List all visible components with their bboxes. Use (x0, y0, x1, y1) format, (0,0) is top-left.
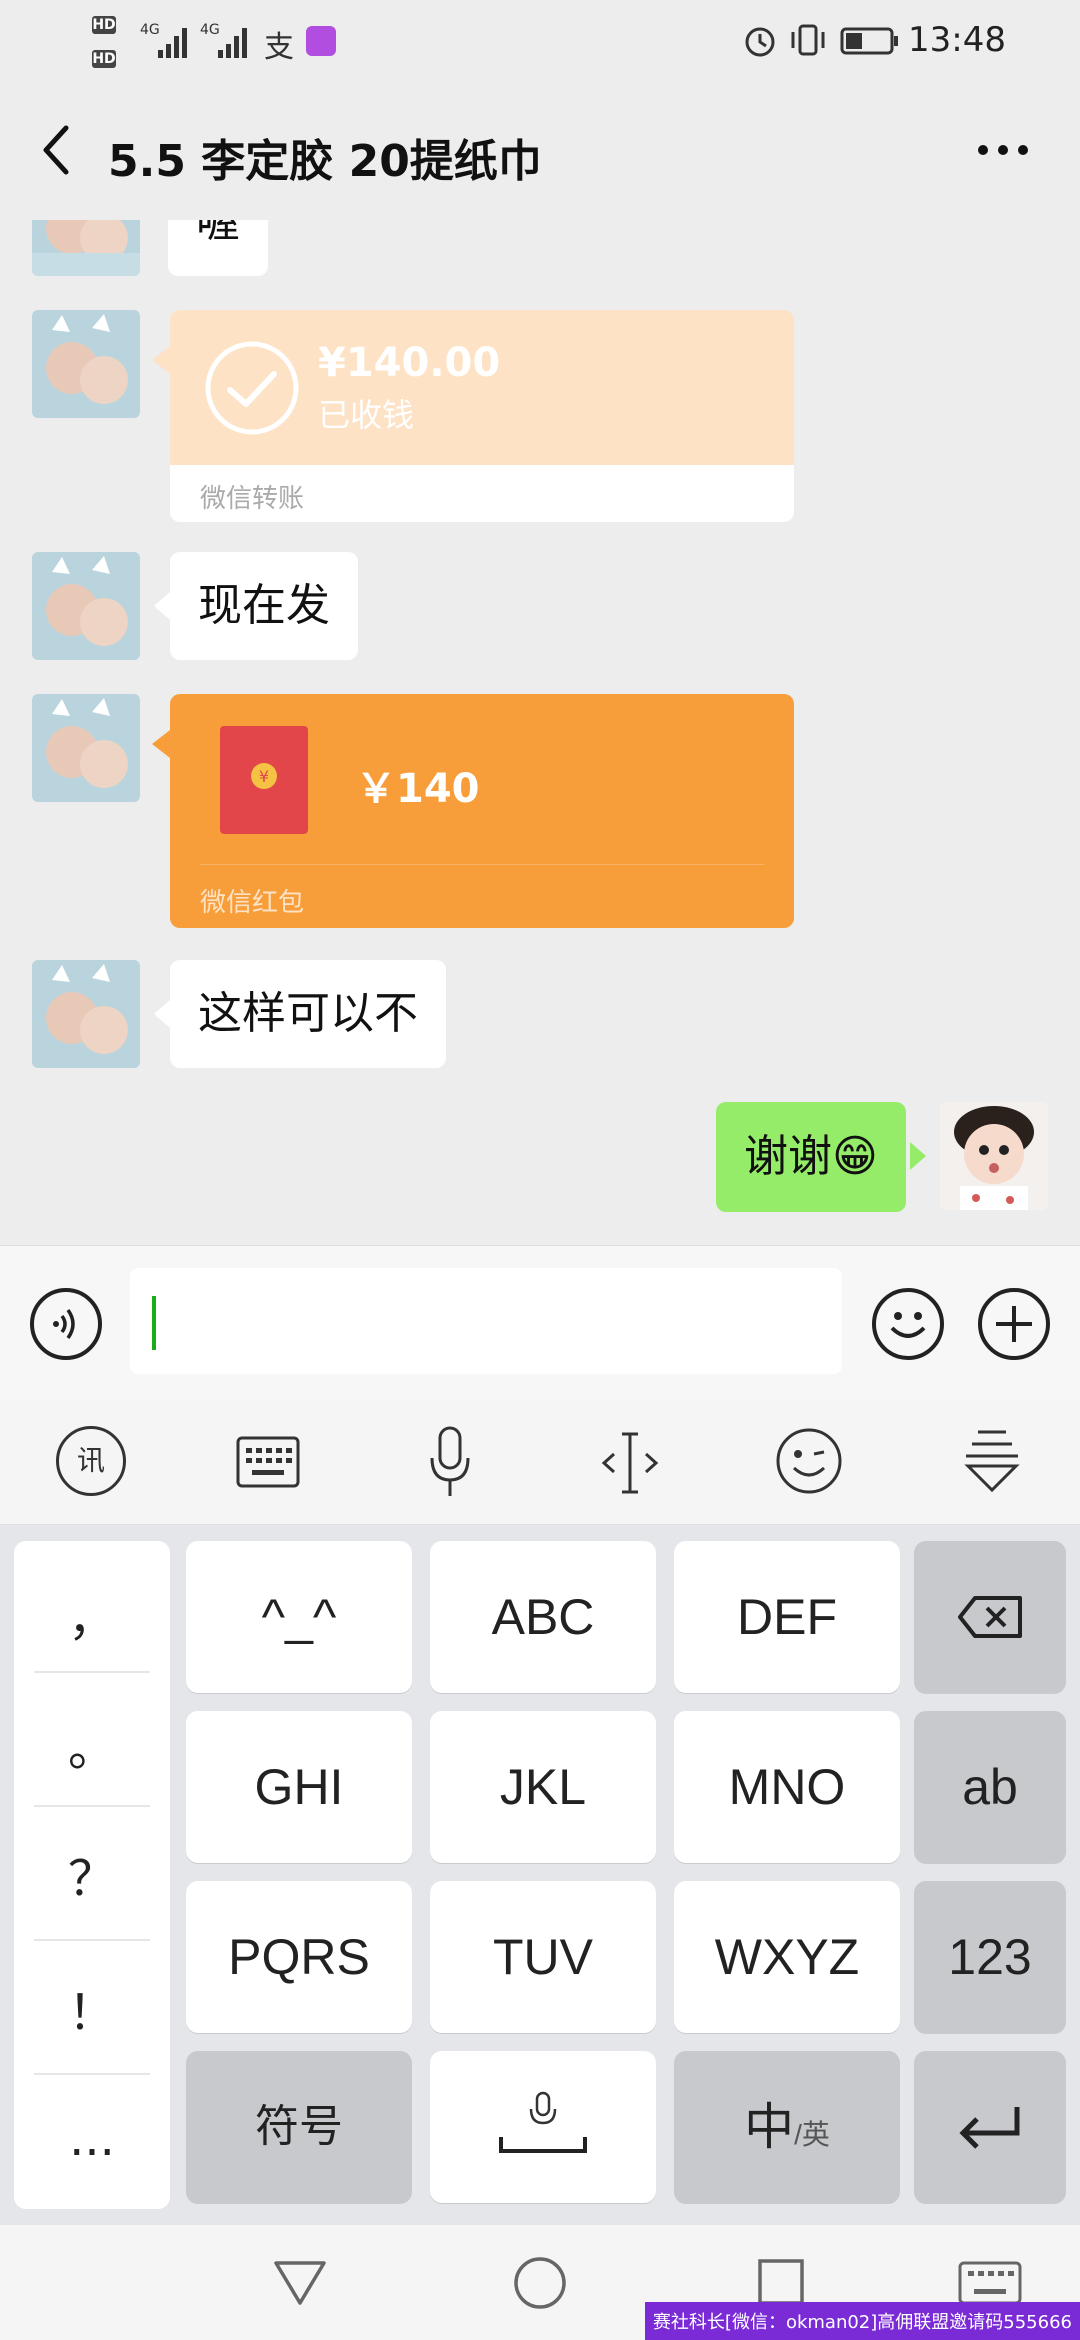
red-packet-card[interactable]: ¥ ￥140 微信红包 (170, 694, 794, 928)
voice-icon[interactable] (30, 1288, 102, 1360)
key-abc[interactable]: ABC (430, 1541, 656, 1693)
red-packet-divider (200, 864, 764, 865)
collapse-keyboard-icon[interactable] (962, 1426, 1022, 1496)
hd-badge-2: HD (92, 50, 116, 68)
more-dots-icon[interactable] (975, 138, 1035, 162)
enter-icon (959, 2107, 1020, 2149)
chevron-left-icon[interactable] (36, 120, 76, 180)
status-bar: HD HD 4G 4G 支 13:48 (0, 0, 1080, 80)
keyboard-icon[interactable] (236, 1436, 300, 1488)
key-wxyz[interactable]: WXYZ (674, 1881, 900, 2033)
recents-square-icon[interactable] (756, 2257, 806, 2307)
transfer-label: 微信转账 (200, 484, 305, 514)
wink-emoji-icon[interactable] (774, 1426, 844, 1496)
home-circle-icon[interactable] (512, 2255, 568, 2311)
avatar[interactable] (32, 960, 140, 1068)
text-message[interactable]: 现在发 (170, 552, 358, 660)
hd-badge-1: HD (92, 16, 116, 34)
key-123[interactable]: 123 (914, 1881, 1066, 2033)
space-mic-icon (499, 2091, 587, 2153)
key-tuv[interactable]: TUV (430, 1881, 656, 2033)
my-avatar[interactable] (940, 1102, 1048, 1210)
avatar[interactable] (32, 310, 140, 418)
keyboard-switch-icon[interactable] (958, 2261, 1022, 2305)
key-mno[interactable]: MNO (674, 1711, 900, 1863)
bubble-tail (154, 592, 170, 620)
chat-title: 5.5 李定胶 20提纸巾 (108, 136, 542, 187)
my-text-message[interactable]: 谢谢😁 (716, 1102, 906, 1212)
key-symbols[interactable]: 符号 (186, 2051, 412, 2203)
app-icon (306, 26, 336, 56)
ime-toolbar: 讯 (0, 1400, 1080, 1525)
signal-icon-1 (158, 28, 187, 58)
bubble-tail (910, 1142, 926, 1170)
status-time: 13:48 (908, 20, 1006, 60)
watermark: 赛社科长[微信：okman02]高佣联盟邀请码555666 (644, 2302, 1080, 2340)
bubble-tail (152, 730, 170, 758)
alipay-icon: 支 (264, 30, 294, 65)
punctuation-column[interactable]: ， 。 ？ ！ ... (14, 1541, 170, 2209)
enter-key[interactable] (914, 2051, 1066, 2203)
punct-key-exclaim[interactable]: ！ (14, 1973, 170, 2043)
message-input[interactable] (130, 1268, 842, 1374)
backspace-icon (958, 1596, 1022, 1638)
space-key[interactable] (430, 2051, 656, 2203)
svg-text:¥: ¥ (259, 767, 269, 786)
mic-icon[interactable] (428, 1426, 472, 1500)
backspace-key[interactable] (914, 1541, 1066, 1693)
avatar[interactable] (32, 552, 140, 660)
transfer-status: 已收钱 (318, 396, 415, 434)
avatar[interactable] (32, 694, 140, 802)
text-message[interactable]: 喔 (168, 220, 268, 276)
chat-area[interactable]: 喔 ¥140.00 已收钱 微信转账 现在发 ¥ ￥140 微信红包 这样可以不… (0, 220, 1080, 1245)
punct-key-ellipsis[interactable]: ... (14, 2111, 170, 2167)
vibrate-icon (791, 24, 825, 56)
bubble-tail (154, 1000, 170, 1028)
text-message[interactable]: 这样可以不 (170, 960, 446, 1068)
chat-header: 5.5 李定胶 20提纸巾 (0, 80, 1080, 220)
red-envelope-icon: ¥ (220, 726, 308, 834)
signal-icon-2 (218, 28, 247, 58)
keyboard: ， 。 ？ ！ ... ^_^ ABC DEF GHI JKL MNO ab P… (0, 1525, 1080, 2225)
check-circle-icon (205, 341, 299, 435)
xunfei-logo-icon[interactable]: 讯 (56, 1426, 126, 1496)
alarm-icon (745, 27, 775, 57)
red-packet-amount: ￥140 (356, 766, 480, 812)
red-packet-label: 微信红包 (200, 888, 305, 918)
avatar[interactable] (32, 220, 140, 276)
key-jkl[interactable]: JKL (430, 1711, 656, 1863)
input-bar (0, 1245, 1080, 1400)
plus-icon[interactable] (978, 1288, 1050, 1360)
key-pqrs[interactable]: PQRS (186, 1881, 412, 2033)
key-def[interactable]: DEF (674, 1541, 900, 1693)
battery-icon (840, 27, 898, 55)
key-emoticon[interactable]: ^_^ (186, 1541, 412, 1693)
emoji-icon[interactable] (872, 1288, 944, 1360)
punct-key-question[interactable]: ？ (14, 1839, 170, 1909)
bubble-tail (152, 346, 170, 374)
transfer-amount: ¥140.00 (318, 340, 501, 386)
transfer-card[interactable]: ¥140.00 已收钱 微信转账 (170, 310, 794, 522)
punct-key-comma[interactable]: ， (14, 1579, 170, 1649)
punct-key-period[interactable]: 。 (14, 1709, 170, 1779)
cursor-move-icon[interactable] (600, 1430, 660, 1496)
back-triangle-icon[interactable] (272, 2257, 328, 2307)
key-ghi[interactable]: GHI (186, 1711, 412, 1863)
nav-bar: 赛社科长[微信：okman02]高佣联盟邀请码555666 (0, 2225, 1080, 2340)
key-lang-switch[interactable]: 中/英 (674, 2051, 900, 2203)
text-cursor (152, 1296, 156, 1350)
key-ab[interactable]: ab (914, 1711, 1066, 1863)
